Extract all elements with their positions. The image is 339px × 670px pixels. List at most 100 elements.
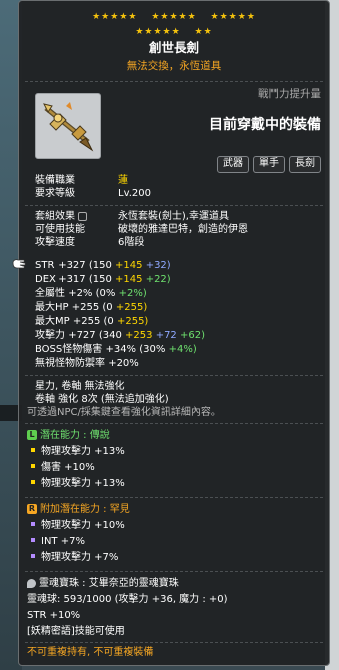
stat-total: +727 [68,330,96,341]
stat-bonus: +62) [179,330,205,341]
speed-label: 攻擊速度 [35,237,75,248]
soul-str: STR +10% [27,610,81,621]
stat-total: +34% [105,344,137,355]
stat-dex: DEX +317 (150 +145 +22) [35,274,171,287]
divider [25,497,323,498]
star-force-row-1: ★★★★★ ★★★★★ ★★★★★ [19,11,329,24]
stat-label: 無視怪物防禦率 [35,358,105,369]
divider [25,642,323,643]
additional-line: 物理攻擊力 +10% [27,520,125,533]
sword-icon [43,102,94,152]
item-icon-frame [35,93,101,159]
stat-scroll: +145 [115,274,143,285]
divider [25,375,323,376]
stat-total: +2% [68,288,93,299]
star-enhance-line: 星力, 卷軸 無法強化 [35,381,125,392]
lock-icon [78,211,87,221]
stat-label: BOSS怪物傷害 [35,344,103,355]
stat-base: (150 [88,274,112,285]
additional-line: INT +7% [27,536,85,549]
item-tags: 武器 單手 長劍 [217,156,321,173]
stat-bonus: +4%) [168,344,197,355]
legendary-badge-icon: L [27,430,37,440]
rare-badge-icon: R [27,504,37,514]
stat-total: +255 [71,302,100,313]
tag-weapon: 武器 [217,156,249,173]
level-row: 要求等級 Lv.200 [35,188,151,201]
star-force-row-2: ★★★★★ ★★ [19,26,329,39]
soul-skill: [妖精密語]技能可使用 [27,626,125,637]
stat-total: +327 [58,260,86,271]
stat-label: 最大MP [35,316,70,327]
stat-scroll: +145 [115,260,143,271]
potential-line: 物理攻擊力 +13% [27,446,125,459]
stat-mp: 最大MP +255 (0 +255) [35,316,148,329]
npc-info-line: 可透過NPC/採集鍵查看強化資訊詳細內容。 [27,407,221,418]
stat-label: DEX [35,274,56,285]
stat-total: +255 [72,316,101,327]
stat-label: STR [35,260,55,271]
stat-attack: 攻擊力 +727 (340 +253 +72 +62) [35,330,205,343]
equipped-status: 目前穿戴中的裝備 [209,117,321,133]
star-group: ★★★★★ [92,12,138,22]
stat-label: 最大HP [35,302,69,313]
divider [25,205,323,206]
job-row: 裝備職業 蓮 [35,175,128,188]
divider [25,571,323,572]
item-tooltip: ★★★★★ ★★★★★ ★★★★★ ★★★★★ ★★ 創世長劍 無法交換，永恆道… [12,0,330,666]
stat-base: (30% [139,344,166,355]
level-value: Lv.200 [118,188,151,199]
stat-base: (0% [95,288,116,299]
star-group: ★★★★★ [151,12,197,22]
additional-line: 物理攻擊力 +7% [27,552,118,565]
stat-label: 全屬性 [35,288,65,299]
stat-bonus: +22) [145,274,171,285]
star-group: ★★★★★ [210,12,256,22]
potential-line: 傷害 +10% [27,462,95,475]
set-row: 套組效果 永恆套裝(劍士),幸運道具 [35,211,229,224]
item-name: 創世長劍 [148,40,199,55]
star-group: ★★ [194,27,213,37]
speed-value: 6階段 [118,237,145,248]
stat-boss: BOSS怪物傷害 +34% (30% +4%) [35,344,197,357]
stat-scroll: +255) [115,302,148,313]
level-label: 要求等級 [35,188,75,199]
divider [25,423,323,424]
soul-title: 靈魂寶珠 : 艾畢奈亞的靈魂寶珠 [27,578,179,591]
stat-ignore-def: 無視怪物防禦率 +20% [35,358,139,371]
stat-total: +317 [58,274,86,285]
stat-all: 全屬性 +2% (0% +2%) [35,288,147,301]
power-increase-label: 戰鬥力提升量 [258,88,321,100]
stat-scroll: +255) [116,316,149,327]
stat-hp: 最大HP +255 (0 +255) [35,302,147,315]
stat-base: (340 [98,330,122,341]
potential-title: L 潛在能力 : 傳說 [27,430,110,443]
star-group: ★★★★★ [135,27,181,37]
skill-row: 可使用技能 破壞的雅達巴特，創造的伊恩 [35,224,248,237]
skill-value: 破壞的雅達巴特，創造的伊恩 [118,224,248,235]
scroll-enhance-line: 卷軸 強化 8次 (無法追加強化) [35,394,169,405]
divider [25,81,323,82]
stat-label: 攻擊力 [35,330,65,341]
additional-potential-title: R 附加潛在能力 : 罕見 [27,504,130,515]
potential-line: 物理攻擊力 +13% [27,478,125,491]
stat-total: +20% [108,358,139,369]
set-value: 永恆套裝(劍士),幸運道具 [118,211,229,222]
set-label: 套組效果 [35,211,118,224]
hand-cursor-icon [12,259,26,269]
stat-base: (0 [102,302,113,313]
tag-long-sword: 長劍 [289,156,321,173]
job-value: 蓮 [118,175,128,186]
stat-starforce: +32) [145,260,171,271]
stat-base: (0 [103,316,114,327]
skill-label: 可使用技能 [35,224,85,235]
job-label: 裝備職業 [35,175,75,186]
stat-str: STR +327 (150 +145 +32) [35,260,171,273]
trade-info: 無法交換，永恆道具 [126,60,222,72]
duplicate-restriction: 不可重複持有, 不可重複裝備 [27,647,154,658]
speed-row: 攻擊速度 6階段 [35,237,144,250]
tag-one-handed: 單手 [253,156,285,173]
stat-starforce: +72 [155,330,177,341]
stat-bonus: +2%) [118,288,147,299]
soul-value: 靈魂球: 593/1000 (攻擊力 +36, 魔力 : +0) [27,594,228,605]
